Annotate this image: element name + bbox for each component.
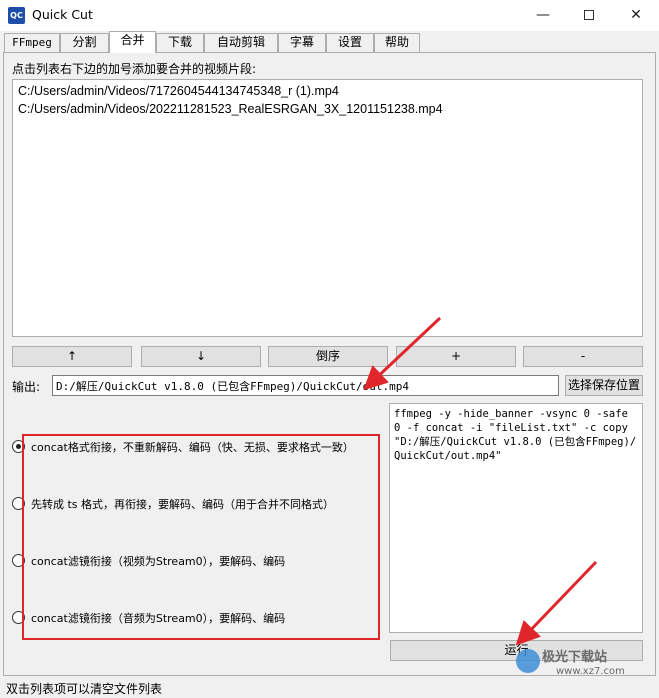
status-text: 双击列表项可以清空文件列表: [6, 682, 163, 696]
annotation-highlight-box: [22, 434, 380, 640]
watermark: 极光下载站 www.xz7.com: [542, 651, 625, 679]
reverse-button[interactable]: 倒序: [268, 346, 388, 367]
watermark-logo-icon: [516, 649, 540, 673]
tab-merge[interactable]: 合并: [109, 31, 156, 53]
output-label: 输出:: [12, 380, 41, 394]
tab-auto-edit[interactable]: 自动剪辑: [204, 33, 278, 52]
list-item[interactable]: C:/Users/admin/Videos/717260454413474534…: [18, 84, 339, 98]
list-item[interactable]: C:/Users/admin/Videos/202211281523_RealE…: [18, 102, 443, 116]
tab-help[interactable]: 帮助: [374, 33, 420, 52]
tab-ffmpeg[interactable]: FFmpeg: [4, 33, 60, 52]
maximize-icon: [584, 10, 594, 20]
app-icon: QC: [8, 7, 25, 24]
tab-settings[interactable]: 设置: [326, 33, 374, 52]
add-file-button[interactable]: +: [396, 346, 516, 367]
tab-split[interactable]: 分割: [60, 33, 109, 52]
window-title: Quick Cut: [32, 7, 93, 22]
maximize-button[interactable]: [566, 0, 612, 31]
quickcut-window: QC Quick Cut — ✕ FFmpeg 分割 合并 下载 自动剪辑 字幕…: [0, 0, 659, 698]
instruction-text: 点击列表右下边的加号添加要合并的视频片段:: [12, 62, 257, 76]
output-path-input[interactable]: D:/解压/QuickCut v1.8.0 (已包含FFmpeg)/QuickC…: [52, 375, 559, 396]
close-button[interactable]: ✕: [613, 0, 659, 31]
remove-file-button[interactable]: -: [523, 346, 643, 367]
move-down-button[interactable]: ↓: [141, 346, 261, 367]
file-list[interactable]: C:/Users/admin/Videos/717260454413474534…: [12, 79, 643, 337]
tab-subtitles[interactable]: 字幕: [278, 33, 326, 52]
minimize-button[interactable]: —: [520, 0, 566, 31]
watermark-title: 极光下载站: [542, 650, 608, 665]
choose-save-location-button[interactable]: 选择保存位置: [565, 375, 643, 396]
status-bar: 双击列表项可以清空文件列表: [0, 676, 659, 698]
move-up-button[interactable]: ↑: [12, 346, 132, 367]
tab-download[interactable]: 下载: [156, 33, 204, 52]
tab-bar: FFmpeg 分割 合并 下载 自动剪辑 字幕 设置 帮助: [0, 31, 659, 53]
command-preview[interactable]: ffmpeg -y -hide_banner -vsync 0 -safe 0 …: [389, 403, 643, 633]
title-bar: QC Quick Cut — ✕: [0, 0, 659, 31]
watermark-url: www.xz7.com: [556, 666, 625, 677]
